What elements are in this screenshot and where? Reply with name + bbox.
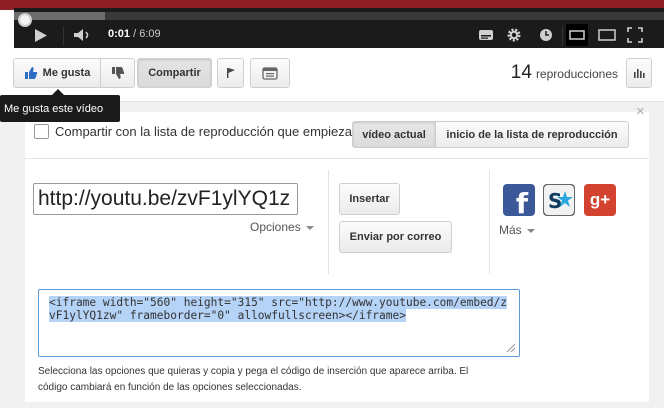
embed-code-text: <iframe width="560" height="315" src="ht… <box>49 296 508 322</box>
like-tooltip: Me gusta este vídeo <box>0 95 120 122</box>
gear-icon <box>507 28 521 42</box>
chevron-down-icon <box>526 228 535 233</box>
insert-button[interactable]: Insertar <box>339 183 400 215</box>
small-player-button[interactable] <box>566 24 588 46</box>
control-divider <box>63 26 64 46</box>
stumbleupon-share-button[interactable]: S <box>543 184 575 216</box>
email-button[interactable]: Enviar por correo <box>339 221 452 253</box>
watch-later-button[interactable] <box>536 24 556 46</box>
embed-help-text: Selecciona las opciones que quieras y co… <box>38 366 469 393</box>
small-player-icon <box>569 30 585 40</box>
options-label: Opciones <box>250 220 301 234</box>
scrub-handle[interactable] <box>18 13 32 27</box>
large-player-button[interactable] <box>596 24 618 46</box>
video-player-controls: 0:01 / 6:09 <box>14 8 664 48</box>
share-button[interactable]: Compartir <box>137 58 212 88</box>
transcript-button[interactable] <box>250 58 290 88</box>
time-separator: / <box>133 28 137 40</box>
fullscreen-icon <box>627 27 643 43</box>
view-count-label: reproducciones <box>535 67 618 81</box>
google-plus-share-button[interactable]: g+ <box>584 184 616 216</box>
options-dropdown[interactable]: Opciones <box>250 220 314 234</box>
thumbs-down-icon <box>111 67 124 79</box>
settings-button[interactable] <box>504 24 524 46</box>
volume-button[interactable] <box>72 24 94 46</box>
insert-label: Insertar <box>349 193 390 205</box>
resize-handle[interactable] <box>507 344 515 352</box>
chevron-down-icon <box>305 225 314 230</box>
view-count: 14 reproducciones <box>511 62 618 84</box>
time-total: 6:09 <box>139 28 161 40</box>
playlist-option: Compartir con la lista de reproducción q… <box>34 124 374 139</box>
stumbleupon-icon: S <box>544 185 574 215</box>
facebook-share-button[interactable]: f <box>503 184 535 220</box>
bar-chart-icon <box>634 69 645 78</box>
playlist-checkbox[interactable] <box>34 124 49 139</box>
play-button[interactable] <box>32 24 50 46</box>
google-plus-icon: g+ <box>589 190 611 209</box>
close-icon[interactable]: × <box>636 104 645 119</box>
more-label: Más <box>499 223 522 237</box>
embed-code-textarea[interactable]: <iframe width="560" height="315" src="ht… <box>38 289 520 357</box>
play-icon <box>35 28 47 42</box>
segment-playlist-start[interactable]: inicio de la lista de reproducción <box>435 121 629 148</box>
view-count-number: 14 <box>510 62 532 83</box>
flag-button[interactable] <box>217 58 244 88</box>
divider <box>25 158 649 159</box>
time-current: 0:01 <box>108 28 131 40</box>
captions-button[interactable] <box>476 24 496 46</box>
more-dropdown[interactable]: Más <box>499 223 535 237</box>
like-label: Me gusta <box>42 67 91 79</box>
divider <box>489 170 490 274</box>
volume-icon <box>74 29 89 41</box>
control-divider <box>562 26 563 46</box>
flag-icon <box>226 68 235 78</box>
thumbs-up-icon <box>24 67 37 79</box>
transcript-icon <box>262 67 278 80</box>
divider <box>328 170 329 274</box>
captions-icon <box>479 30 493 40</box>
like-button[interactable]: Me gusta <box>13 58 101 88</box>
dislike-button[interactable] <box>100 58 135 88</box>
svg-text:S: S <box>548 189 562 213</box>
segment-current-video[interactable]: vídeo actual <box>352 121 436 148</box>
facebook-icon: f <box>515 186 529 220</box>
playlist-label: Compartir con la lista de reproducción q… <box>55 124 375 139</box>
share-url-input[interactable]: http://youtu.be/zvF1ylYQ1z <box>33 183 298 215</box>
email-label: Enviar por correo <box>349 231 442 243</box>
share-panel-content <box>25 112 649 402</box>
stats-button[interactable] <box>626 58 652 88</box>
share-label: Compartir <box>148 67 201 79</box>
time-display: 0:01 / 6:09 <box>108 28 161 40</box>
clock-icon <box>540 29 552 41</box>
progress-bar[interactable] <box>14 12 664 27</box>
large-player-icon <box>598 29 616 41</box>
fullscreen-button[interactable] <box>624 24 646 46</box>
